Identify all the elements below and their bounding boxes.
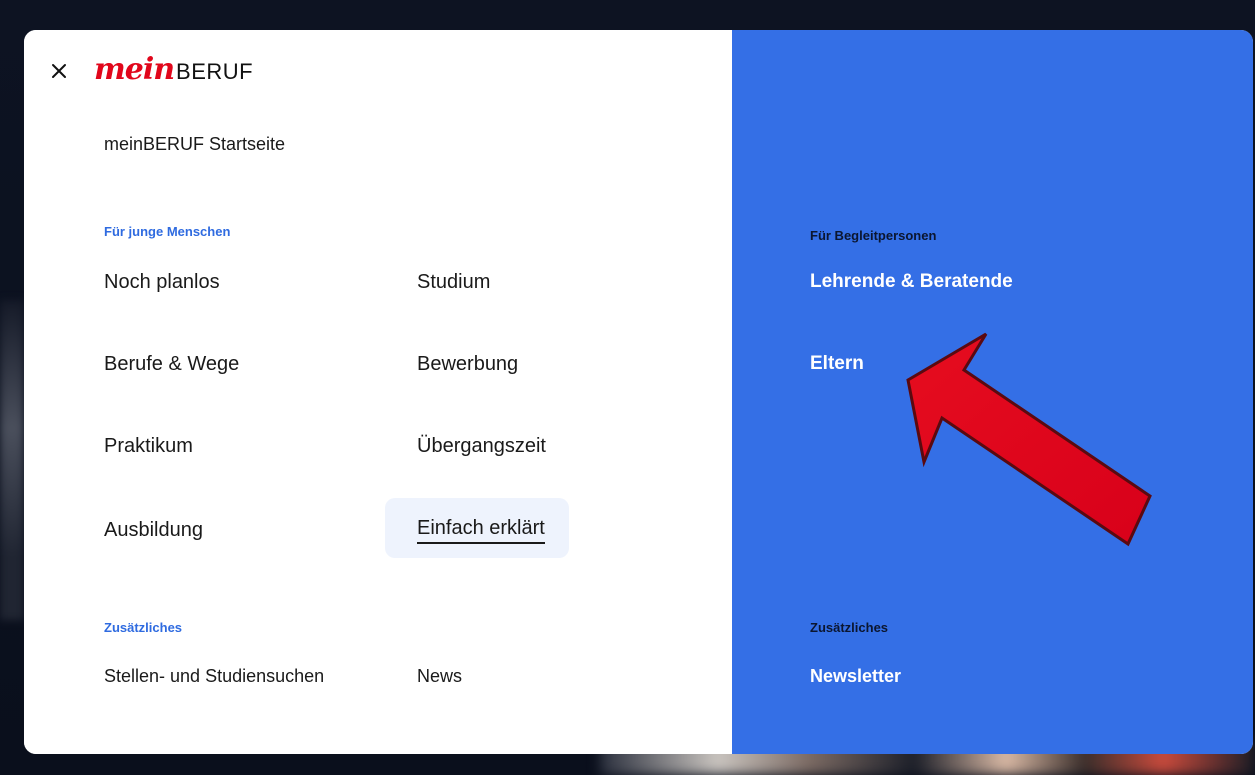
meinberuf-logo[interactable]: mein BERUF bbox=[94, 54, 253, 86]
menu-item-berufe-wege[interactable]: Berufe & Wege bbox=[104, 352, 239, 376]
menu-item-news[interactable]: News bbox=[417, 664, 462, 688]
menu-item-stellen-studiensuchen[interactable]: Stellen- und Studiensuchen bbox=[104, 664, 324, 688]
menu-item-praktikum[interactable]: Praktikum bbox=[104, 434, 193, 458]
menu-item-noch-planlos[interactable]: Noch planlos bbox=[104, 270, 220, 294]
logo-mein-text: mein bbox=[94, 52, 175, 87]
close-icon bbox=[52, 64, 66, 78]
home-link[interactable]: meinBERUF Startseite bbox=[104, 132, 285, 156]
companions-section-label: Für Begleitpersonen bbox=[810, 228, 937, 243]
young-people-section-label: Für junge Menschen bbox=[104, 224, 231, 239]
menu-item-uebergangszeit[interactable]: Übergangszeit bbox=[417, 434, 546, 458]
background-blur-left bbox=[0, 300, 24, 620]
menu-item-bewerbung[interactable]: Bewerbung bbox=[417, 352, 518, 376]
menu-item-ausbildung[interactable]: Ausbildung bbox=[104, 518, 203, 542]
close-button[interactable] bbox=[46, 58, 72, 84]
right-extras-section-label: Zusätzliches bbox=[810, 620, 889, 635]
menu-item-studium[interactable]: Studium bbox=[417, 270, 490, 294]
menu-left-column: mein BERUF meinBERUF Startseite Für jung… bbox=[24, 30, 732, 754]
menu-item-eltern[interactable]: Eltern bbox=[810, 352, 864, 376]
menu-item-einfach-erklaert[interactable]: Einfach erklärt bbox=[417, 516, 545, 544]
menu-item-lehrende-beratende[interactable]: Lehrende & Beratende bbox=[810, 270, 1013, 294]
logo-beruf-text: BERUF bbox=[176, 59, 254, 84]
menu-item-newsletter[interactable]: Newsletter bbox=[810, 664, 901, 688]
extras-section-label: Zusätzliches bbox=[104, 620, 183, 635]
red-arrow-icon bbox=[906, 332, 1152, 547]
